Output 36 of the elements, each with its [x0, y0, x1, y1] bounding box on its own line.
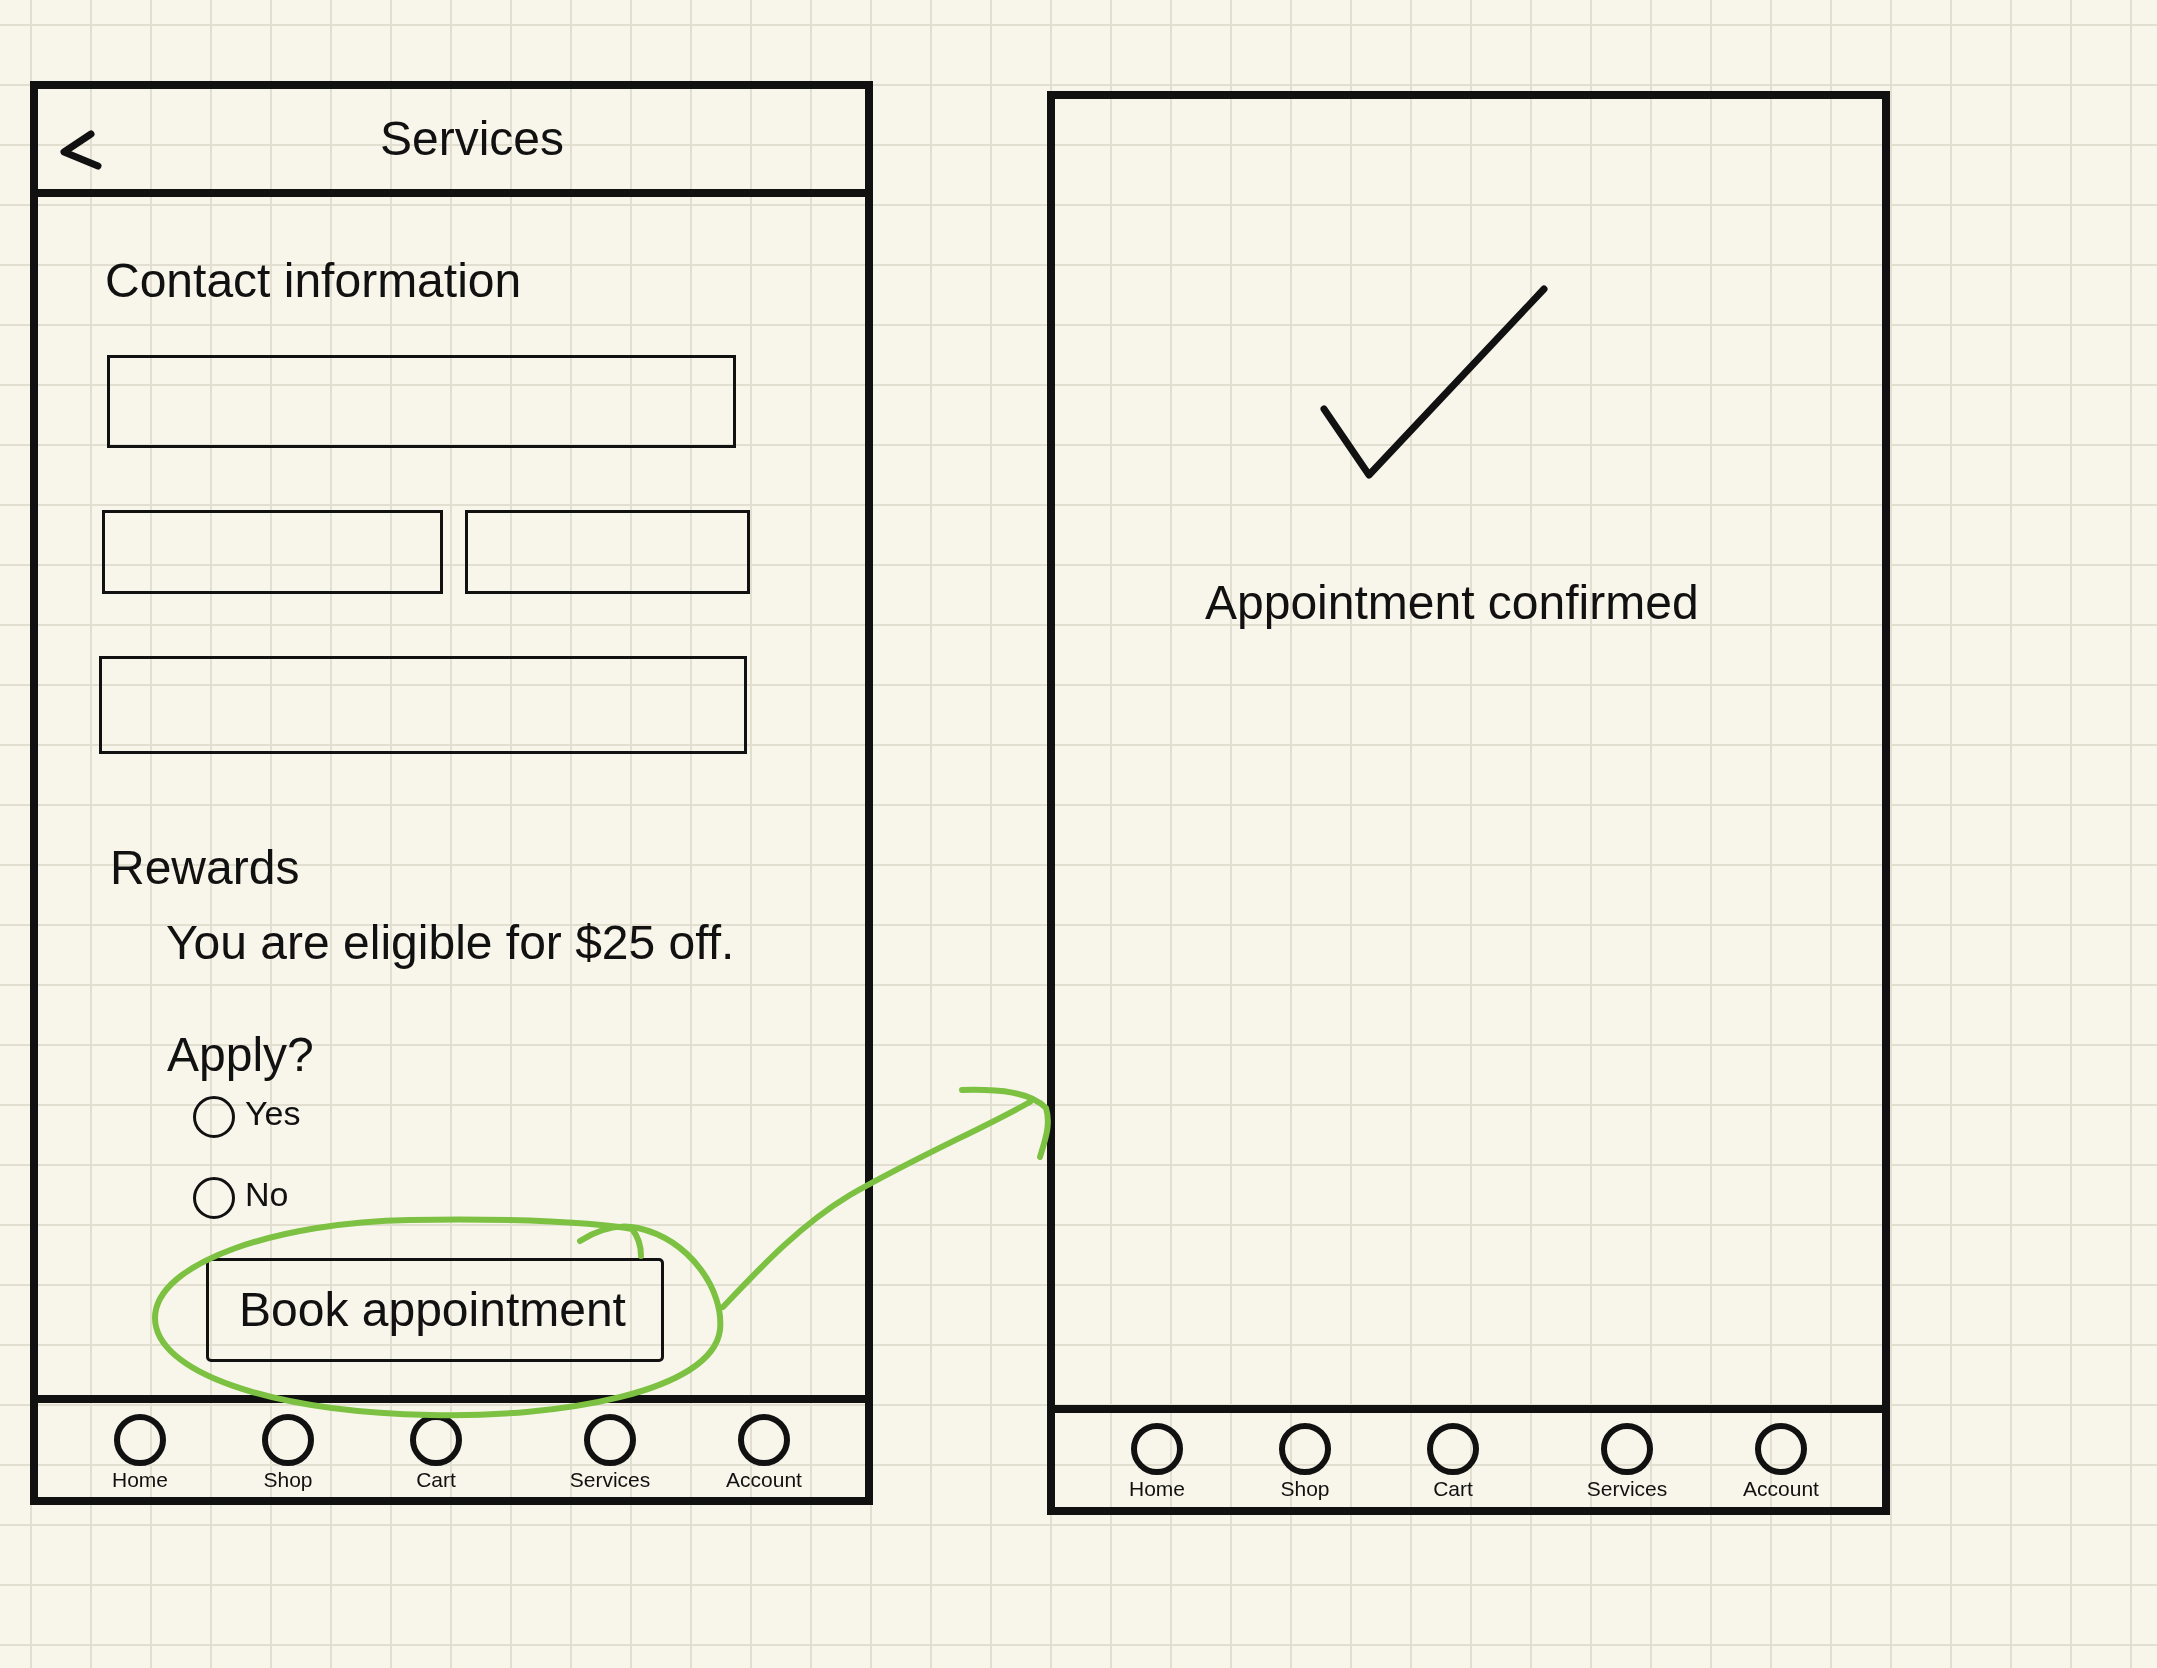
- nav-tab[interactable]: Services: [555, 1414, 665, 1492]
- circle-icon: [1427, 1423, 1479, 1475]
- screen-title: Services: [380, 111, 565, 167]
- nav-tab[interactable]: Account: [709, 1414, 819, 1492]
- input-field[interactable]: [99, 656, 747, 754]
- book-appointment-button[interactable]: Book appointment: [206, 1258, 664, 1362]
- checkmark-icon: [1320, 285, 1548, 480]
- circle-icon: [1601, 1423, 1653, 1475]
- radio-label: No: [245, 1174, 289, 1214]
- circle-icon: [1279, 1423, 1331, 1475]
- radio-label: Yes: [245, 1093, 301, 1133]
- input-field[interactable]: [107, 355, 736, 448]
- nav-tab[interactable]: Account: [1726, 1423, 1836, 1501]
- nav-tab[interactable]: Home: [85, 1414, 195, 1492]
- input-field[interactable]: [102, 510, 443, 594]
- section-heading: Contact information: [105, 253, 522, 309]
- section-heading: Rewards: [110, 840, 300, 896]
- radio-button[interactable]: [193, 1096, 235, 1138]
- question-label: Apply?: [167, 1027, 314, 1083]
- circle-icon: [1131, 1423, 1183, 1475]
- nav-tab[interactable]: Home: [1102, 1423, 1212, 1501]
- circle-icon: [262, 1414, 314, 1466]
- circle-icon: [114, 1414, 166, 1466]
- confirmation-message: Appointment confirmed: [1205, 575, 1699, 631]
- circle-icon: [1755, 1423, 1807, 1475]
- nav-tab[interactable]: Cart: [1398, 1423, 1508, 1501]
- nav-tab[interactable]: Cart: [381, 1414, 491, 1492]
- radio-button[interactable]: [193, 1177, 235, 1219]
- rewards-message: You are eligible for $25 off.: [166, 915, 735, 971]
- circle-icon: [584, 1414, 636, 1466]
- back-icon[interactable]: [60, 130, 102, 170]
- nav-tab[interactable]: Shop: [1250, 1423, 1360, 1501]
- circle-icon: [738, 1414, 790, 1466]
- nav-tab[interactable]: Shop: [233, 1414, 343, 1492]
- input-field[interactable]: [465, 510, 750, 594]
- nav-tab[interactable]: Services: [1572, 1423, 1682, 1501]
